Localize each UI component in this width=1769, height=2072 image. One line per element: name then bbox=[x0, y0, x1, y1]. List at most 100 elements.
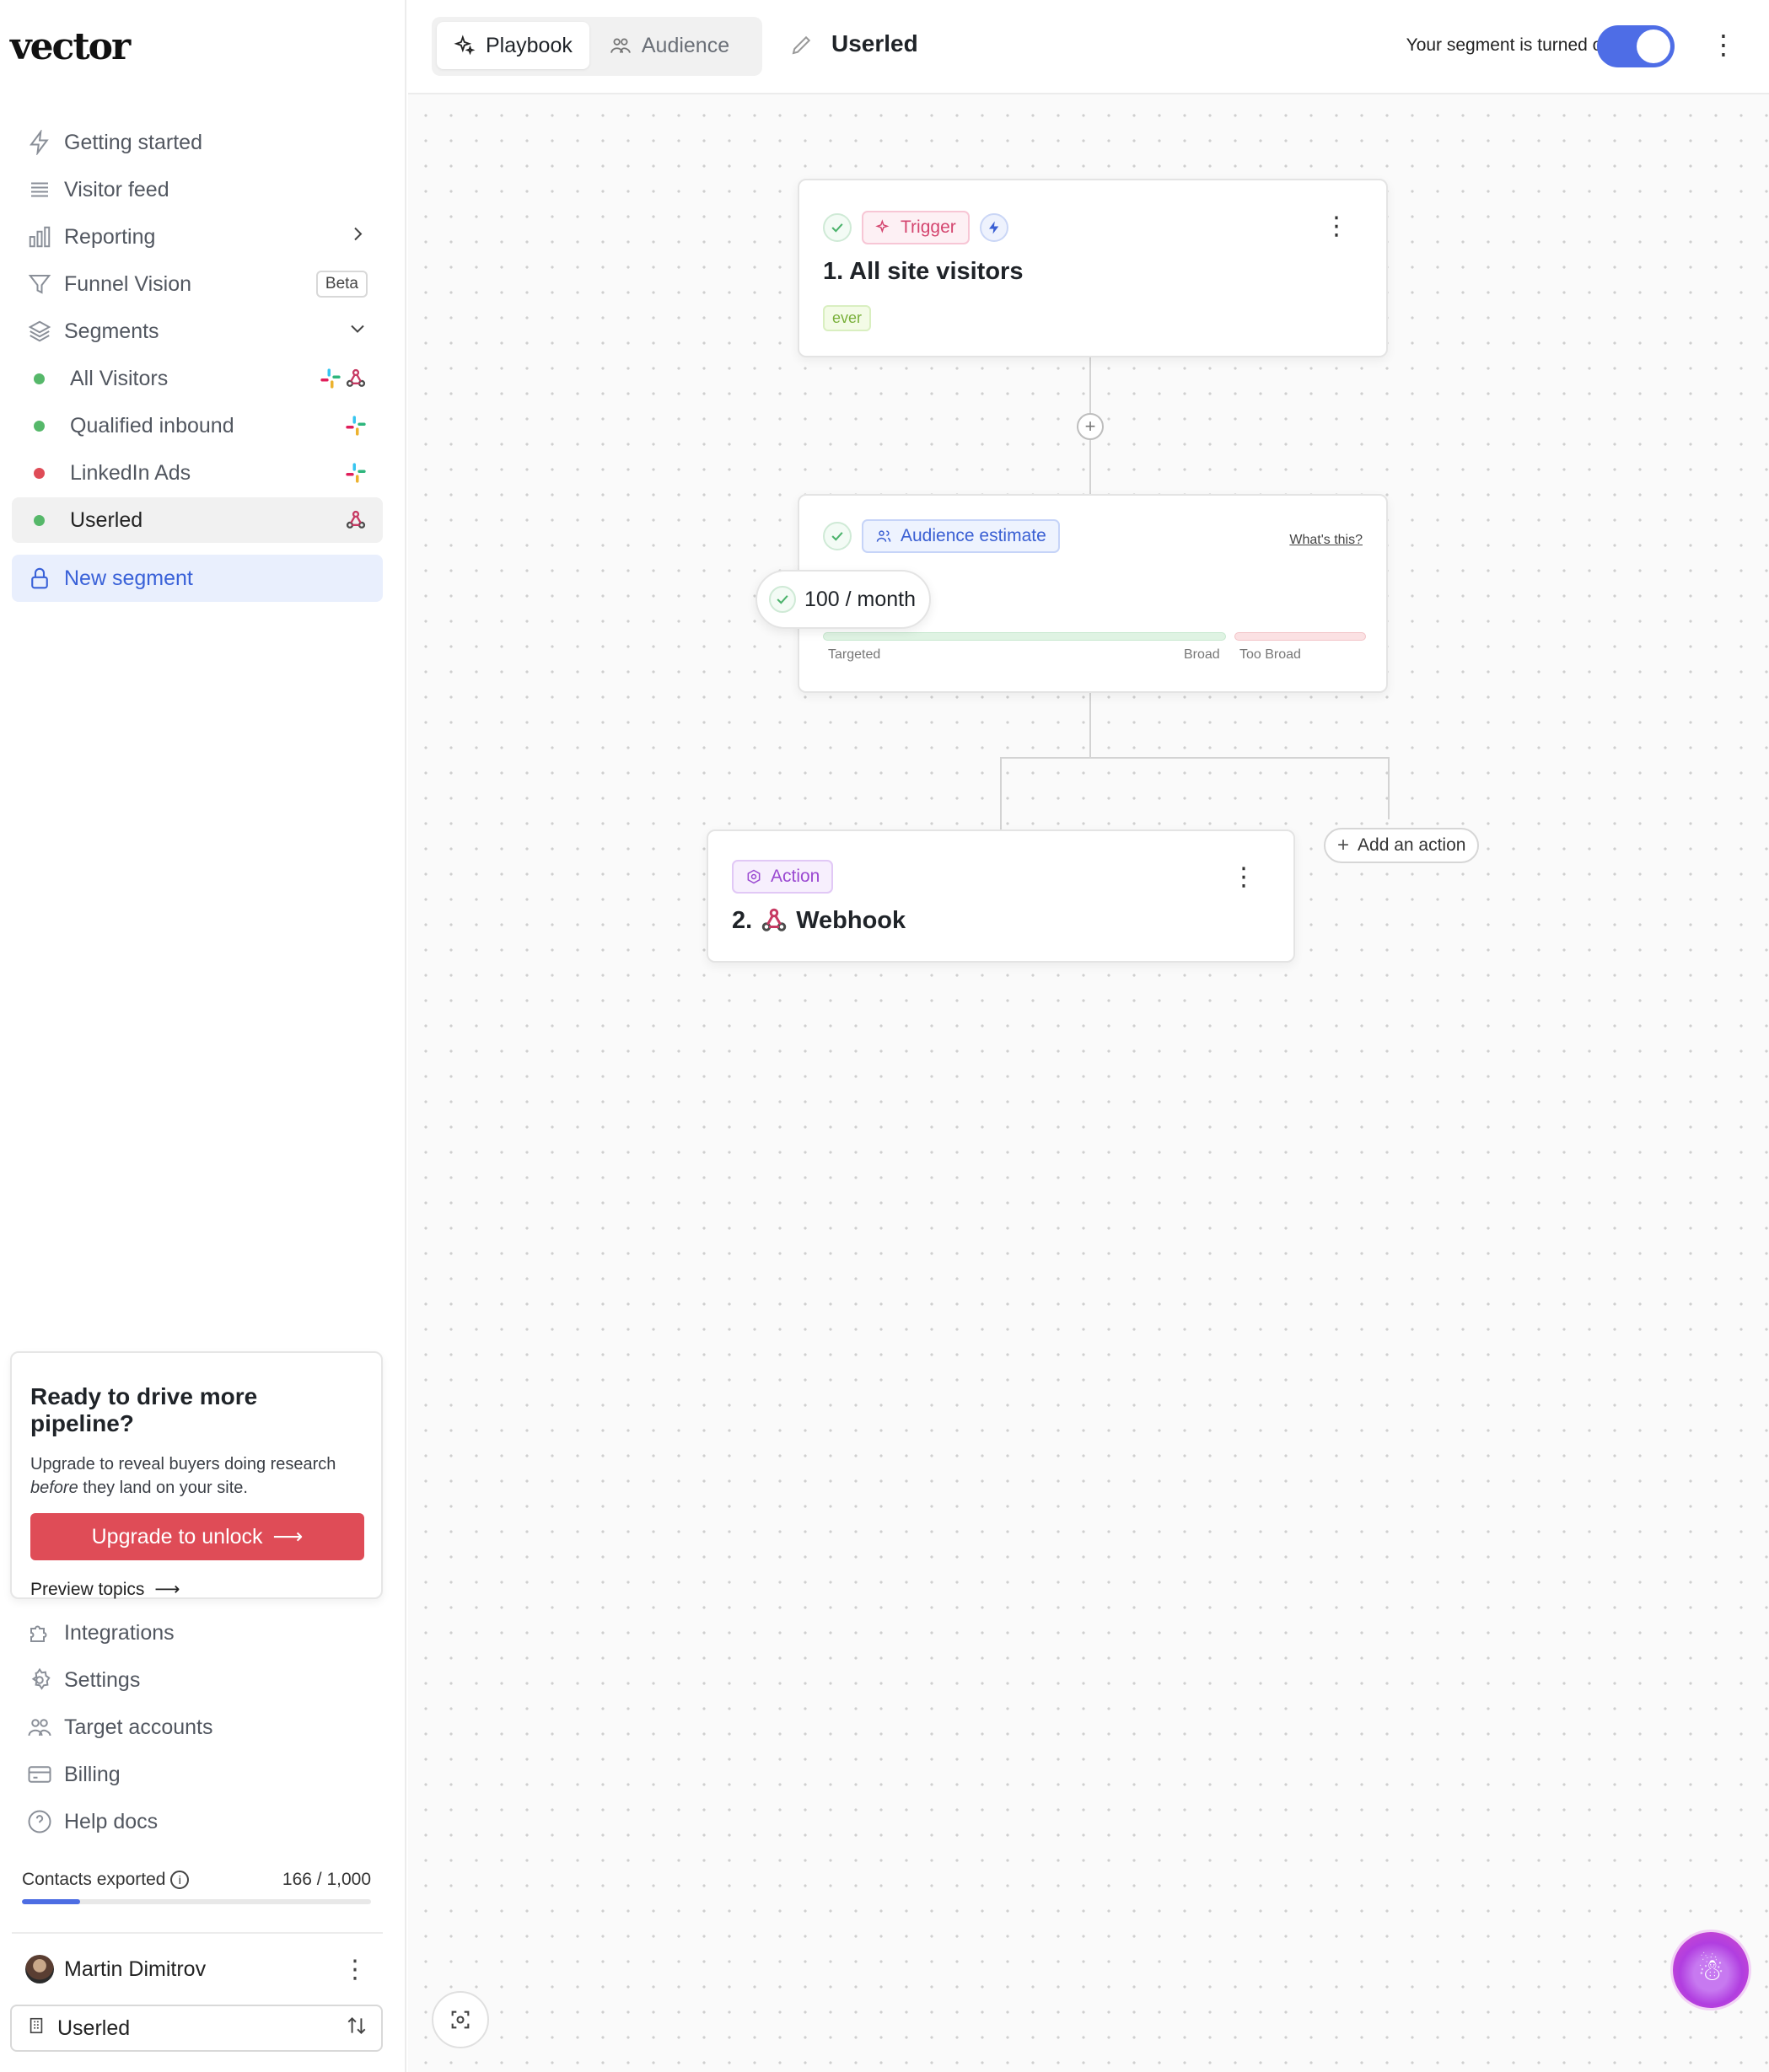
nav-settings[interactable]: Settings bbox=[12, 1657, 383, 1703]
more-vertical-icon[interactable]: ⋮ bbox=[1231, 865, 1256, 890]
trigger-header: Trigger bbox=[823, 211, 1008, 244]
info-icon: i bbox=[170, 1871, 190, 1890]
contacts-progress-fill bbox=[22, 1899, 80, 1904]
playbook-canvas[interactable]: + Trigger ⋮ 1. All site visitors ever Au… bbox=[408, 94, 1769, 2072]
upgrade-label: Upgrade to unlock bbox=[91, 1524, 263, 1549]
webhook-icon bbox=[761, 908, 787, 931]
pencil-icon[interactable] bbox=[789, 32, 815, 57]
segment-label: All Visitors bbox=[70, 366, 169, 390]
webhook-icon bbox=[346, 368, 366, 387]
new-segment-button[interactable]: New segment bbox=[12, 555, 383, 602]
arrow-right-icon: ⟶ bbox=[154, 1580, 180, 1599]
status-dot bbox=[34, 420, 45, 432]
funnel-icon bbox=[27, 271, 52, 297]
fit-view-button[interactable] bbox=[432, 1991, 489, 2048]
segment-item-userled[interactable]: Userled bbox=[12, 497, 383, 543]
segment-label: Userled bbox=[70, 507, 143, 532]
users-icon bbox=[27, 1715, 52, 1740]
nav-segments[interactable]: Segments bbox=[12, 309, 383, 354]
segment-label: LinkedIn Ads bbox=[70, 460, 191, 485]
sidebar: vector Getting started Visitor feed Repo… bbox=[0, 0, 406, 2072]
toggle-knob bbox=[1637, 30, 1670, 63]
bolt-icon bbox=[27, 130, 52, 155]
segment-toggle[interactable] bbox=[1597, 25, 1675, 67]
segment-item-linkedin-ads[interactable]: LinkedIn Ads bbox=[12, 450, 383, 496]
list-icon bbox=[27, 177, 52, 202]
too-broad-label: Too Broad bbox=[1239, 647, 1301, 662]
upsell-body: Upgrade to reveal buyers doing research … bbox=[30, 1455, 336, 1497]
action-pill: Action bbox=[732, 860, 834, 894]
connector-line bbox=[1000, 757, 1390, 759]
nav-label: Visitor feed bbox=[64, 177, 169, 201]
chevron-down-icon bbox=[347, 319, 368, 345]
nav-label: Segments bbox=[64, 319, 159, 343]
avatar bbox=[25, 1955, 54, 1983]
more-vertical-icon[interactable]: ⋮ bbox=[342, 1955, 368, 1984]
upgrade-button[interactable]: Upgrade to unlock ⟶ bbox=[30, 1513, 364, 1560]
too-broad-range-bar bbox=[1234, 632, 1366, 641]
topbar: Playbook Audience Userled Your segment i… bbox=[408, 0, 1769, 94]
connector-line bbox=[1000, 757, 1002, 841]
preview-topics-link[interactable]: Preview topics ⟶ bbox=[30, 1579, 363, 1600]
whats-this-link[interactable]: What's this? bbox=[1289, 533, 1363, 548]
nav-target-accounts[interactable]: Target accounts bbox=[12, 1704, 383, 1750]
more-vertical-icon[interactable]: ⋮ bbox=[1324, 214, 1349, 239]
workspace-select[interactable]: Userled bbox=[10, 2005, 383, 2052]
webhook-icon bbox=[344, 508, 368, 532]
bolt-icon bbox=[979, 213, 1008, 242]
new-segment-label: New segment bbox=[64, 566, 193, 590]
divider bbox=[12, 1932, 383, 1934]
add-step-button[interactable]: + bbox=[1077, 413, 1104, 440]
contacts-value: 166 / 1,000 bbox=[282, 1870, 371, 1889]
estimate-value: 100 / month bbox=[804, 587, 917, 611]
sparkle-icon bbox=[875, 219, 890, 234]
audience-header: Audience estimate bbox=[823, 519, 1060, 553]
trigger-node[interactable]: Trigger ⋮ 1. All site visitors ever bbox=[798, 179, 1388, 357]
layers-icon bbox=[27, 319, 52, 344]
check-icon bbox=[823, 213, 852, 242]
users-icon bbox=[876, 530, 891, 542]
nav-funnel-vision[interactable]: Funnel Vision Beta bbox=[12, 261, 383, 307]
tab-audience[interactable]: Audience bbox=[593, 22, 746, 69]
more-vertical-icon[interactable]: ⋮ bbox=[1710, 29, 1737, 61]
tab-playbook[interactable]: Playbook bbox=[437, 22, 589, 69]
audience-estimate-bubble: 100 / month bbox=[755, 570, 932, 629]
arrow-right-icon: ⟶ bbox=[272, 1525, 304, 1549]
broad-label: Broad bbox=[1184, 647, 1220, 662]
action-title: 2. Webhook bbox=[732, 905, 906, 936]
help-circle-icon bbox=[27, 1809, 52, 1834]
credit-card-icon bbox=[27, 1762, 52, 1787]
nav-label: Reporting bbox=[64, 224, 156, 249]
upsell-card: Ready to drive more pipeline? Upgrade to… bbox=[10, 1351, 383, 1599]
nav-billing[interactable]: Billing bbox=[12, 1752, 383, 1797]
segment-item-qualified-inbound[interactable]: Qualified inbound bbox=[12, 403, 383, 448]
focus-icon bbox=[451, 2010, 470, 2029]
users-icon bbox=[610, 38, 631, 53]
slack-icon bbox=[320, 368, 341, 389]
status-dot bbox=[34, 373, 45, 384]
workspace-name: Userled bbox=[57, 2016, 131, 2040]
action-node[interactable]: Action ⋮ 2. Webhook bbox=[707, 829, 1295, 963]
targeted-range-bar bbox=[823, 632, 1226, 641]
nav-integrations[interactable]: Integrations bbox=[12, 1610, 383, 1656]
user-menu[interactable]: Martin Dimitrov ⋮ bbox=[12, 1946, 383, 1993]
assistant-launcher-button[interactable]: ☃ bbox=[1673, 1932, 1749, 2008]
connector-line bbox=[1089, 691, 1091, 757]
segment-item-all-visitors[interactable]: All Visitors bbox=[12, 356, 383, 401]
chevron-right-icon bbox=[347, 224, 368, 250]
plus-icon: + bbox=[1337, 834, 1350, 856]
segment-title[interactable]: Userled bbox=[831, 30, 918, 57]
swap-icon bbox=[346, 2015, 368, 2042]
add-action-button[interactable]: + Add an action bbox=[1324, 828, 1480, 863]
segment-label: Qualified inbound bbox=[70, 413, 234, 437]
nav-getting-started[interactable]: Getting started bbox=[12, 120, 383, 165]
trigger-title: 1. All site visitors bbox=[823, 258, 1024, 285]
integration-icons bbox=[319, 367, 368, 390]
gear-icon bbox=[27, 1667, 52, 1693]
nav-reporting[interactable]: Reporting bbox=[12, 214, 383, 260]
nav-visitor-feed[interactable]: Visitor feed bbox=[12, 167, 383, 212]
vector-logo[interactable]: vector bbox=[10, 25, 131, 68]
slack-icon bbox=[344, 414, 368, 437]
beta-badge: Beta bbox=[315, 271, 368, 298]
nav-help-docs[interactable]: Help docs bbox=[12, 1799, 383, 1844]
